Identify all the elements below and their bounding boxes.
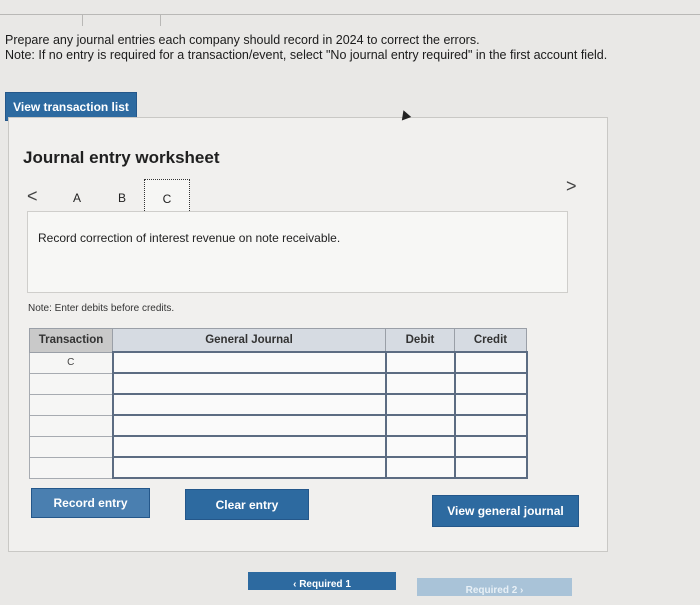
transaction-cell bbox=[29, 456, 113, 479]
table-row bbox=[29, 372, 528, 395]
credit-input[interactable] bbox=[453, 435, 528, 458]
credit-input[interactable] bbox=[453, 351, 528, 374]
debit-input[interactable] bbox=[384, 372, 456, 395]
transaction-cell: C bbox=[29, 351, 113, 374]
credit-input[interactable] bbox=[453, 456, 528, 479]
transaction-description-box bbox=[27, 211, 568, 293]
table-row bbox=[29, 414, 528, 437]
required-2-button[interactable]: Required 2 › bbox=[417, 578, 572, 596]
debit-input[interactable] bbox=[384, 393, 456, 416]
debit-credit-note: Note: Enter debits before credits. bbox=[28, 303, 175, 314]
transaction-cell bbox=[29, 414, 113, 437]
instruction-text: Prepare any journal entries each company… bbox=[5, 33, 480, 47]
credit-input[interactable] bbox=[453, 393, 528, 416]
journal-table: Transaction General Journal Debit Credit… bbox=[29, 328, 528, 479]
top-divider bbox=[0, 14, 700, 15]
header-debit: Debit bbox=[385, 328, 455, 353]
transaction-description: Record correction of interest revenue on… bbox=[38, 231, 341, 245]
journal-table-header-row: Transaction General Journal Debit Credit bbox=[29, 328, 527, 353]
clear-entry-button[interactable]: Clear entry bbox=[185, 489, 309, 520]
worksheet-title: Journal entry worksheet bbox=[23, 148, 220, 167]
table-row bbox=[29, 393, 528, 416]
instructions: Prepare any journal entries each company… bbox=[5, 33, 695, 63]
previous-arrow-icon[interactable]: < bbox=[27, 186, 38, 207]
view-general-journal-button[interactable]: View general journal bbox=[432, 495, 579, 527]
transaction-cell bbox=[29, 435, 113, 458]
divider-tick bbox=[160, 14, 161, 26]
account-input[interactable] bbox=[111, 393, 387, 416]
table-row: C bbox=[29, 351, 528, 374]
account-input[interactable] bbox=[111, 414, 387, 437]
required-1-button[interactable]: ‹ Required 1 bbox=[248, 572, 396, 590]
tab-a[interactable]: A bbox=[73, 191, 81, 205]
account-input[interactable] bbox=[111, 372, 387, 395]
divider-tick bbox=[82, 14, 83, 26]
next-arrow-icon[interactable]: > bbox=[566, 176, 577, 197]
debit-input[interactable] bbox=[384, 414, 456, 437]
record-entry-button[interactable]: Record entry bbox=[31, 488, 150, 518]
credit-input[interactable] bbox=[453, 414, 528, 437]
header-general-journal: General Journal bbox=[112, 328, 386, 353]
account-input[interactable] bbox=[111, 435, 387, 458]
tab-c-label: C bbox=[162, 192, 172, 206]
tab-b[interactable]: B bbox=[118, 191, 126, 205]
account-input[interactable] bbox=[111, 351, 387, 374]
header-transaction: Transaction bbox=[29, 328, 113, 353]
instruction-note: Note: If no entry is required for a tran… bbox=[5, 48, 608, 62]
credit-input[interactable] bbox=[453, 372, 528, 395]
transaction-cell bbox=[29, 393, 113, 416]
account-input[interactable] bbox=[111, 456, 387, 479]
table-row bbox=[29, 435, 528, 458]
header-credit: Credit bbox=[454, 328, 527, 353]
debit-input[interactable] bbox=[384, 456, 456, 479]
debit-input[interactable] bbox=[384, 351, 456, 374]
table-row bbox=[29, 456, 528, 479]
transaction-cell bbox=[29, 372, 113, 395]
debit-input[interactable] bbox=[384, 435, 456, 458]
